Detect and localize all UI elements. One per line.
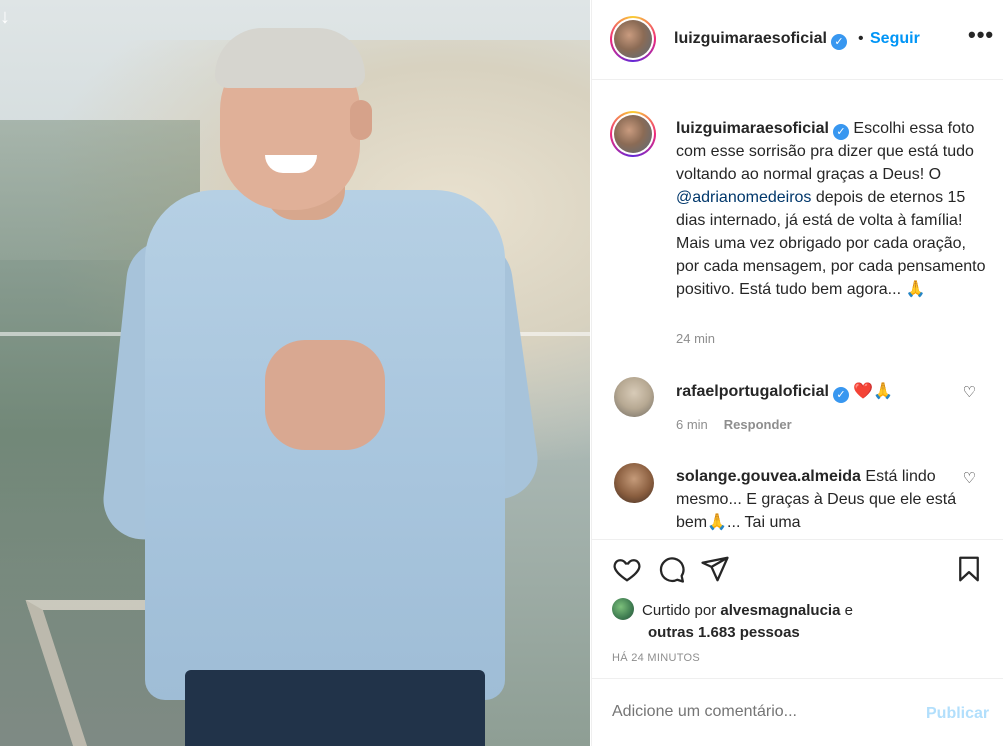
follow-button[interactable]: Seguir: [870, 30, 920, 48]
likes-count-link[interactable]: outras 1.683 pessoas: [648, 622, 853, 644]
add-comment-input[interactable]: [612, 703, 902, 721]
person-pants: [185, 670, 485, 746]
commenter-username[interactable]: solange.gouvea.almeida: [676, 468, 861, 485]
caption-username[interactable]: luizguimaraesoficial: [676, 120, 829, 137]
photo-person: [99, 20, 545, 746]
heart-icon[interactable]: [612, 554, 642, 588]
comment-item: solange.gouvea.almeida Está lindo mesmo.…: [592, 461, 1003, 539]
caption-text: luizguimaraesoficial ✓ Escolhi essa foto …: [676, 120, 986, 298]
person-ear: [350, 100, 372, 140]
commenter-username[interactable]: rafaelportugaloficial: [676, 383, 829, 400]
verified-badge-icon: ✓: [832, 124, 849, 140]
verified-badge-icon: ✓: [830, 34, 847, 50]
caption-time[interactable]: 24 min: [676, 331, 715, 346]
verified-badge-icon: ✓: [832, 387, 849, 403]
commenter-avatar[interactable]: [614, 463, 654, 503]
comments-list[interactable]: luizguimaraesoficial ✓ Escolhi essa foto …: [592, 81, 1003, 539]
comment-text: rafaelportugaloficial ✓ ❤️🙏: [676, 383, 894, 403]
post-photo[interactable]: ↓: [0, 0, 590, 746]
author-username-row[interactable]: luizguimaraesoficial ✓: [674, 30, 847, 50]
commenter-avatar[interactable]: [614, 377, 654, 417]
author-username[interactable]: luizguimaraesoficial: [674, 30, 827, 47]
reply-button[interactable]: Responder: [724, 417, 792, 432]
comment-icon[interactable]: [656, 554, 686, 588]
comment-time[interactable]: 6 min: [676, 417, 708, 432]
share-icon[interactable]: [700, 554, 730, 588]
separator-dot: •: [858, 30, 864, 47]
liker-avatar[interactable]: [612, 598, 634, 620]
person-hands: [265, 340, 385, 450]
comment-like-heart-icon[interactable]: ♡: [963, 383, 976, 401]
comment-like-heart-icon[interactable]: ♡: [963, 469, 976, 487]
post-actions: Curtido por alvesmagnalucia e outras 1.6…: [592, 539, 1003, 746]
author-avatar-image: [614, 20, 652, 58]
author-avatar[interactable]: [610, 16, 656, 62]
add-comment-bar: Publicar: [592, 678, 1003, 746]
comment-item: rafaelportugaloficial ✓ ❤️🙏 ♡ 6 min Respon…: [592, 371, 1003, 451]
liker-username[interactable]: alvesmagnalucia: [720, 602, 840, 619]
post-timestamp[interactable]: HÁ 24 MINUTOS: [612, 652, 700, 664]
caption-mention-link[interactable]: @adrianomedeiros: [676, 189, 811, 206]
post-side-panel: luizguimaraesoficial ✓ • Seguir ••• luizg…: [591, 0, 1003, 746]
publish-button[interactable]: Publicar: [926, 705, 989, 723]
likes-summary: Curtido por alvesmagnalucia e outras 1.6…: [612, 598, 853, 644]
post-header: luizguimaraesoficial ✓ • Seguir •••: [592, 0, 1003, 80]
download-arrow-icon[interactable]: ↓: [0, 6, 10, 29]
caption-author-avatar[interactable]: [610, 111, 656, 157]
comment-meta: 6 min Responder: [676, 417, 792, 432]
person-hair: [215, 28, 365, 88]
more-options-icon[interactable]: •••: [968, 22, 994, 48]
bookmark-icon[interactable]: [954, 554, 984, 588]
comment-text: solange.gouvea.almeida Está lindo mesmo.…: [676, 468, 957, 531]
